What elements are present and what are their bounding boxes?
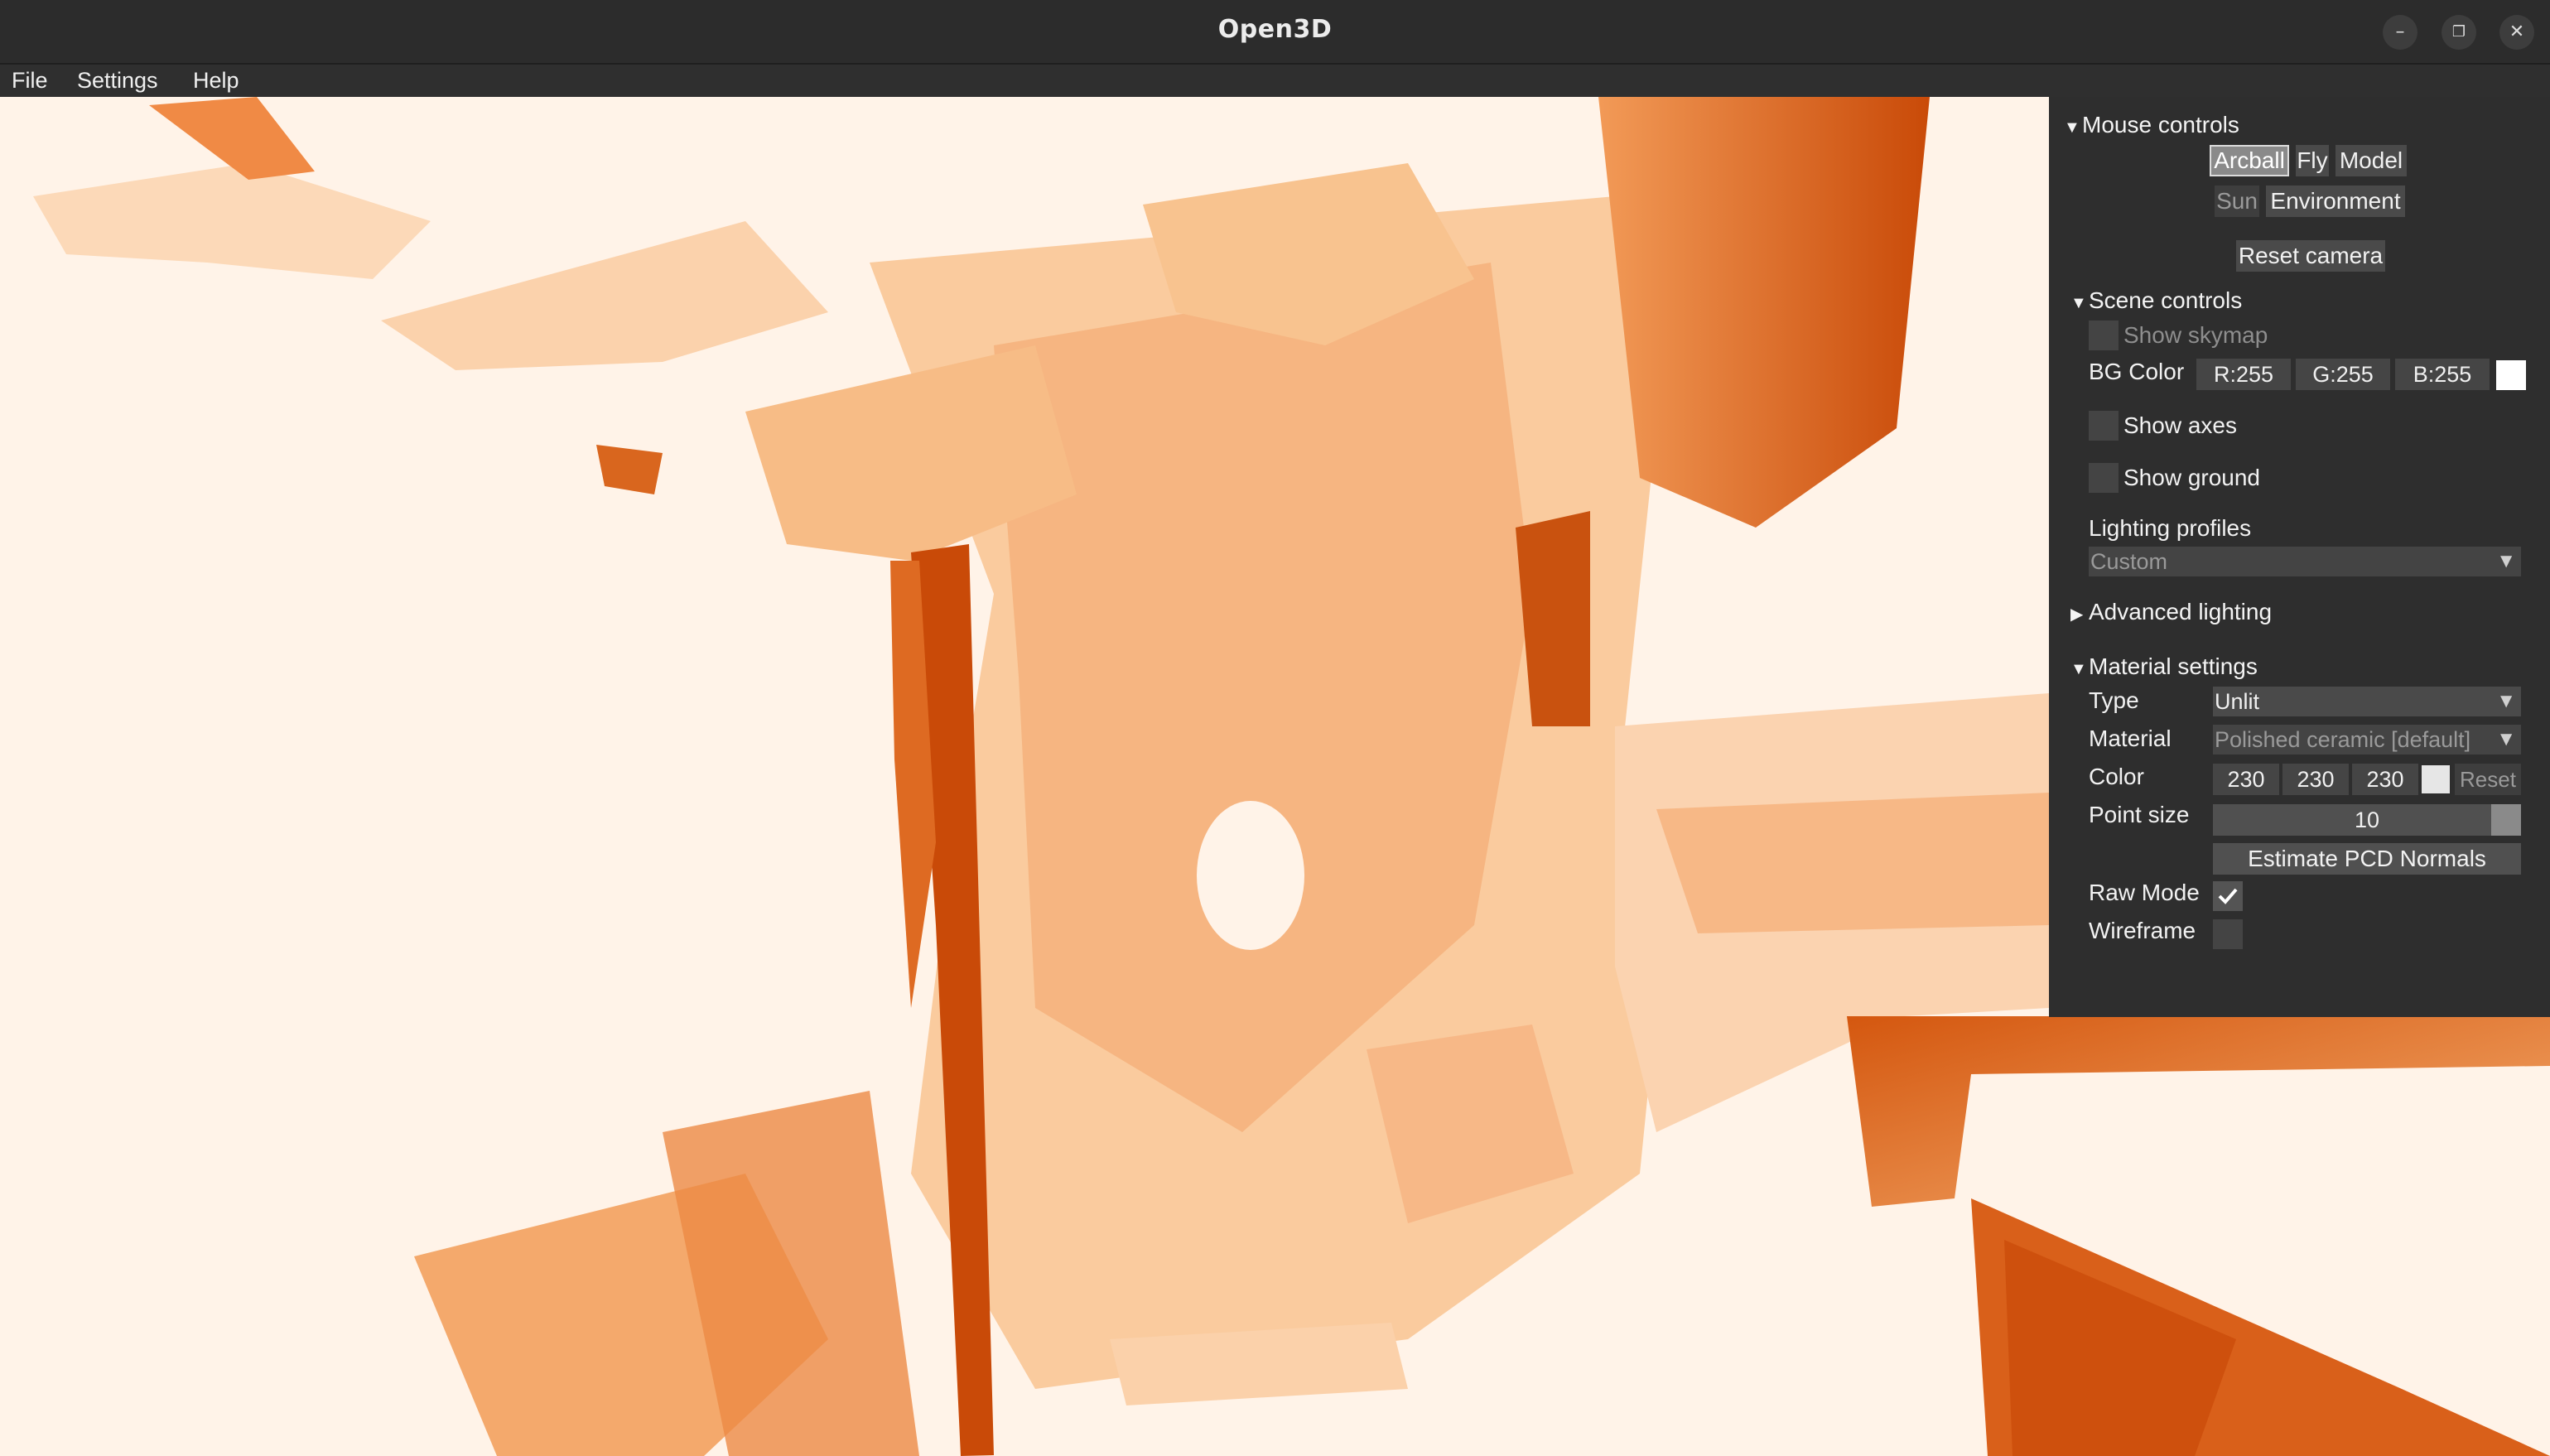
model-button[interactable]: Model	[2335, 145, 2407, 176]
show-skymap-checkbox[interactable]	[2089, 321, 2119, 350]
material-value: Polished ceramic [default]	[2215, 727, 2471, 752]
wireframe-label: Wireframe	[2089, 918, 2196, 943]
color-green-field[interactable]: 230	[2282, 764, 2349, 795]
color-reset-button[interactable]: Reset	[2455, 764, 2521, 795]
lighting-profiles-label: Lighting profiles	[2089, 515, 2252, 541]
expand-triangle-icon: ▼	[2070, 660, 2087, 678]
point-region	[149, 97, 315, 180]
menu-help[interactable]: Help	[193, 68, 239, 94]
chevron-down-icon: ▼	[2496, 728, 2516, 750]
checkmark-icon	[2218, 888, 2238, 904]
mouse-controls-header[interactable]: ▼Mouse controls	[2064, 112, 2239, 138]
bg-red-field[interactable]: R:255	[2196, 359, 2291, 390]
slider-handle[interactable]	[2491, 804, 2521, 836]
close-icon[interactable]: ✕	[2499, 15, 2534, 50]
material-color-swatch[interactable]	[2422, 765, 2450, 793]
color-blue-field[interactable]: 230	[2352, 764, 2418, 795]
scene-controls-title: Scene controls	[2089, 287, 2243, 313]
bg-blue-field[interactable]: B:255	[2395, 359, 2490, 390]
color-label: Color	[2089, 764, 2144, 789]
advanced-lighting-title: Advanced lighting	[2089, 599, 2273, 624]
raw-mode-label: Raw Mode	[2089, 880, 2200, 905]
color-red-field[interactable]: 230	[2213, 764, 2279, 795]
show-axes-label: Show axes	[2123, 412, 2237, 438]
point-region	[33, 163, 431, 279]
point-gap	[1197, 801, 1304, 950]
bg-green-field[interactable]: G:255	[2296, 359, 2390, 390]
point-size-slider[interactable]: 10	[2213, 804, 2521, 836]
menu-settings[interactable]: Settings	[77, 68, 158, 94]
type-value: Unlit	[2215, 689, 2260, 714]
expand-triangle-icon: ▼	[2070, 294, 2087, 312]
material-select[interactable]: Polished ceramic [default] ▼	[2213, 725, 2521, 755]
menu-file[interactable]: File	[12, 68, 48, 94]
arcball-button[interactable]: Arcball	[2210, 145, 2289, 176]
collapse-triangle-icon: ▶	[2070, 605, 2084, 624]
settings-panel: ▼Mouse controls Arcball Fly Model Sun En…	[2049, 97, 2550, 1017]
lighting-profile-select[interactable]: Custom ▼	[2089, 547, 2521, 576]
raw-mode-checkbox[interactable]	[2213, 881, 2243, 911]
advanced-lighting-header[interactable]: ▶ Advanced lighting	[2070, 599, 2272, 625]
fly-button[interactable]: Fly	[2296, 145, 2329, 176]
material-settings-title: Material settings	[2089, 653, 2258, 679]
minimize-icon[interactable]: –	[2383, 15, 2417, 50]
type-label: Type	[2089, 687, 2139, 713]
reset-camera-button[interactable]: Reset camera	[2236, 240, 2385, 272]
point-region	[596, 445, 663, 494]
bg-color-label: BG Color	[2089, 359, 2185, 384]
scene-controls-header[interactable]: ▼Scene controls	[2070, 287, 2242, 314]
show-ground-label: Show ground	[2123, 465, 2261, 490]
mouse-controls-title: Mouse controls	[2082, 112, 2239, 137]
show-skymap-label: Show skymap	[2123, 322, 2268, 348]
estimate-normals-button[interactable]: Estimate PCD Normals	[2213, 843, 2521, 875]
point-region	[381, 221, 828, 370]
material-label: Material	[2089, 726, 2172, 751]
point-size-value: 10	[2354, 808, 2380, 832]
expand-triangle-icon: ▼	[2064, 118, 2080, 137]
chevron-down-icon: ▼	[2496, 690, 2516, 712]
maximize-icon[interactable]: ❐	[2442, 15, 2476, 50]
point-region	[1847, 1016, 2550, 1207]
point-region	[1656, 793, 2049, 933]
show-ground-checkbox[interactable]	[2089, 463, 2119, 493]
lighting-profile-value: Custom	[2090, 549, 2168, 574]
sun-button[interactable]: Sun	[2215, 186, 2259, 217]
chevron-down-icon: ▼	[2496, 550, 2516, 572]
point-size-label: Point size	[2089, 802, 2190, 827]
show-axes-checkbox[interactable]	[2089, 411, 2119, 441]
bg-color-swatch[interactable]	[2496, 360, 2526, 390]
wireframe-checkbox[interactable]	[2213, 919, 2243, 949]
material-settings-header[interactable]: ▼Material settings	[2070, 653, 2258, 680]
point-region	[1598, 97, 1930, 528]
environment-button[interactable]: Environment	[2266, 186, 2405, 217]
title-bar: Open3D – ❐ ✕	[0, 0, 2550, 65]
type-select[interactable]: Unlit ▼	[2213, 687, 2521, 716]
menu-bar: File Settings Help	[0, 65, 2550, 98]
window-title: Open3D	[1217, 15, 1333, 44]
